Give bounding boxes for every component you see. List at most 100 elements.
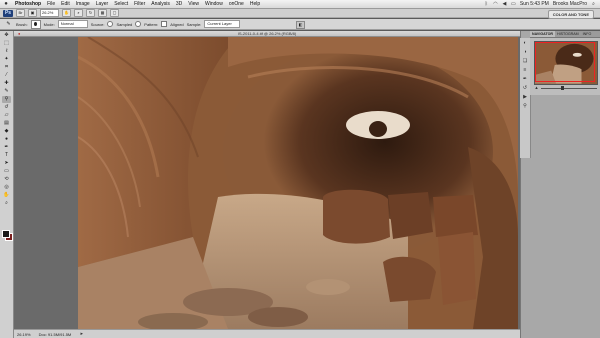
menubar-user[interactable]: Brooks MacPro	[553, 1, 587, 7]
menu-layer[interactable]: Layer	[93, 1, 112, 7]
bluetooth-icon[interactable]: ᛒ	[484, 1, 489, 7]
blur-tool-icon[interactable]: ◆	[2, 128, 11, 135]
spotlight-icon[interactable]: ⌕	[591, 1, 596, 7]
move-tool-icon[interactable]: ✥	[2, 32, 11, 39]
brush-picker[interactable]	[30, 19, 41, 29]
application-bar: Ps Br ▣ 26.2% ✋ ⌕ ↻ ▦ ▢ COLOR AND TONE	[0, 9, 600, 19]
document-status-bar: 26.19% Doc: 91.5M/91.5M ▸	[14, 329, 520, 338]
wifi-icon[interactable]: ◠	[493, 1, 498, 7]
menu-help[interactable]: Help	[247, 1, 263, 7]
masks-panel-icon[interactable]: ◑	[521, 49, 529, 56]
aligned-checkbox[interactable]	[161, 21, 168, 27]
arrange-documents-button[interactable]: ▦	[98, 9, 107, 17]
pen-tool-icon[interactable]: ✒	[2, 144, 11, 151]
tools-panel: ✥ ⬚ ℓ ✦ ⌗ ⁄ ✚ ✎ ⚲ ↺ ▱ ▤ ◆ ● ✒ T ➤ ▭ ⟲ ◎ …	[0, 31, 14, 338]
tool-preset-icon[interactable]: ✎	[4, 21, 13, 28]
eyedropper-tool-icon[interactable]: ⁄	[2, 72, 11, 79]
tool-options-bar: ✎ Brush: Mode: Normal Source: Sampled Pa…	[0, 19, 600, 30]
minibridge-button[interactable]: ▣	[28, 9, 37, 17]
tab-info[interactable]: INFO	[581, 31, 594, 37]
document-title: IS-2011-0-4.tif @ 26.2% (RGB/8)	[237, 31, 297, 36]
volume-icon[interactable]: ◀	[502, 1, 507, 7]
brush-label: Brush:	[16, 21, 28, 27]
tab-navigator[interactable]: NAVIGATOR	[530, 31, 555, 37]
menu-image[interactable]: Image	[73, 1, 93, 7]
layers-panel-icon[interactable]: ❏	[521, 58, 529, 65]
status-menu-arrow-icon[interactable]: ▸	[79, 331, 84, 337]
apple-menu-icon[interactable]: ●	[0, 1, 12, 7]
actions-panel-icon[interactable]: ▶	[521, 94, 529, 101]
menu-window[interactable]: Window	[202, 1, 226, 7]
channels-panel-icon[interactable]: ≡	[521, 67, 529, 74]
path-selection-tool-icon[interactable]: ➤	[2, 160, 11, 167]
dodge-tool-icon[interactable]: ●	[2, 136, 11, 143]
sampled-label: Sampled	[116, 21, 133, 27]
status-doc-size[interactable]: Doc: 91.5M/91.5M	[39, 332, 72, 337]
menubar-clock[interactable]: Sun 5:43 PM	[520, 1, 549, 7]
foreground-color-swatch[interactable]	[2, 230, 10, 238]
sample-label: Sample:	[186, 21, 202, 27]
bridge-button[interactable]: Br	[16, 9, 25, 17]
zoom-tool-icon[interactable]: ⌕	[2, 200, 11, 207]
menu-analysis[interactable]: Analysis	[148, 1, 173, 7]
hand-tool-icon[interactable]: ✋	[2, 192, 11, 199]
history-brush-tool-icon[interactable]: ↺	[2, 104, 11, 111]
paths-panel-icon[interactable]: ✒	[521, 76, 529, 83]
source-label: Source:	[90, 21, 105, 27]
adjustments-panel-icon[interactable]: ◐	[521, 40, 529, 47]
hand-tool-button[interactable]: ✋	[62, 9, 71, 17]
menu-select[interactable]: Select	[111, 1, 131, 7]
type-tool-icon[interactable]: T	[2, 152, 11, 159]
3d-rotate-tool-icon[interactable]: ⟲	[2, 176, 11, 183]
mode-label: Mode:	[43, 21, 55, 27]
sampled-radio[interactable]	[107, 21, 114, 27]
eraser-tool-icon[interactable]: ▱	[2, 112, 11, 119]
navigator-zoom-slider[interactable]	[541, 86, 597, 90]
history-panel-icon[interactable]: ↺	[521, 85, 529, 92]
zoom-tool-button[interactable]: ⌕	[74, 9, 83, 17]
navigator-panel-tabs: NAVIGATOR HISTOGRAM INFO	[530, 31, 600, 38]
lasso-tool-icon[interactable]: ℓ	[2, 48, 11, 55]
gradient-tool-icon[interactable]: ▤	[2, 120, 11, 127]
menu-edit[interactable]: Edit	[58, 1, 73, 7]
menu-file[interactable]: File	[44, 1, 58, 7]
quick-select-tool-icon[interactable]: ✦	[2, 56, 11, 63]
pattern-label: Pattern:	[144, 21, 159, 27]
aligned-label: Aligned	[170, 21, 184, 27]
3d-orbit-tool-icon[interactable]: ◎	[2, 184, 11, 191]
navigator-panel: NAVIGATOR HISTOGRAM INFO ▴ ▲	[530, 31, 600, 95]
navigator-thumbnail[interactable]	[534, 41, 598, 85]
rotate-view-button[interactable]: ↻	[86, 9, 95, 17]
tab-histogram[interactable]: HISTOGRAM	[555, 31, 581, 37]
canyon-arch-photo	[78, 37, 518, 329]
mac-menubar: ● Photoshop File Edit Image Layer Select…	[0, 0, 600, 9]
zoom-out-icon[interactable]: ▴	[534, 86, 539, 91]
screen-mode-button[interactable]: ▢	[110, 9, 119, 17]
menu-view[interactable]: View	[185, 1, 202, 7]
menu-filter[interactable]: Filter	[131, 1, 148, 7]
navigator-zoom-knob[interactable]	[561, 86, 564, 90]
ignore-adjustment-layers-button[interactable]: ◧	[296, 21, 305, 29]
zoom-level-field[interactable]: 26.2%	[40, 9, 59, 17]
clone-source-panel-icon[interactable]: ⚲	[521, 103, 529, 110]
menu-photoshop[interactable]: Photoshop	[12, 1, 44, 7]
clone-stamp-tool-icon[interactable]: ⚲	[2, 96, 11, 103]
menu-onone[interactable]: onOne	[226, 1, 247, 7]
battery-icon[interactable]: ▭	[511, 1, 516, 7]
mode-select[interactable]: Normal	[57, 20, 88, 28]
navigator-zoom-controls: ▴ ▲	[534, 86, 600, 91]
shape-tool-icon[interactable]: ▭	[2, 168, 11, 175]
workspace-switcher[interactable]: COLOR AND TONE	[547, 10, 594, 19]
status-zoom[interactable]: 26.19%	[17, 332, 31, 337]
sample-select[interactable]: Current Layer	[204, 20, 241, 28]
brush-tool-icon[interactable]: ✎	[2, 88, 11, 95]
menubar-status-area: ᛒ ◠ ◀ ▭ Sun 5:43 PM Brooks MacPro ⌕	[484, 1, 600, 7]
crop-tool-icon[interactable]: ⌗	[2, 64, 11, 71]
healing-brush-tool-icon[interactable]: ✚	[2, 80, 11, 87]
document-image[interactable]	[78, 37, 518, 329]
menu-3d[interactable]: 3D	[173, 1, 185, 7]
marquee-tool-icon[interactable]: ⬚	[2, 40, 11, 47]
navigator-view-box[interactable]	[535, 42, 595, 82]
close-document-icon[interactable]: ●	[18, 31, 20, 36]
pattern-radio[interactable]	[135, 21, 142, 27]
